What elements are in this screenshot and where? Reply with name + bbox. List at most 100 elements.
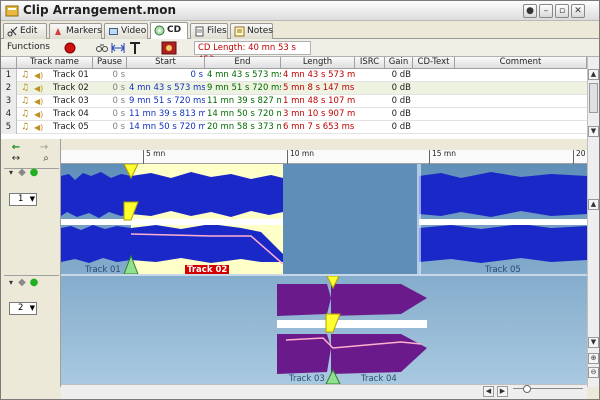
restore-button[interactable]: – bbox=[539, 4, 553, 18]
table-scrollbar[interactable]: ▲ ▼ bbox=[587, 57, 599, 139]
track-name-text: Track 04 bbox=[53, 109, 89, 119]
cell-end: 4 mn 43 s 573 ms bbox=[207, 70, 281, 80]
cell-gain: 0 dB bbox=[391, 109, 411, 119]
cd-length-display: CD Length: 40 mn 53 s 453 ms bbox=[194, 41, 311, 65]
speaker-icon[interactable]: ◀) bbox=[34, 95, 43, 108]
close-button[interactable]: ✕ bbox=[571, 4, 585, 18]
scroll-right-arrow-icon[interactable]: ▶ bbox=[497, 386, 508, 397]
title-bar: Clip Arrangement.mon ● – ▫ ✕ bbox=[1, 1, 599, 21]
timeline-scrollbar[interactable]: ▲ ▼ ⊕ ⊖ bbox=[587, 139, 599, 387]
cell-num: 3 bbox=[1, 95, 17, 108]
minimize-button[interactable]: ● bbox=[523, 4, 537, 18]
music-note-icon[interactable]: ♫ bbox=[21, 121, 29, 134]
speaker-icon[interactable]: ◀) bbox=[34, 121, 43, 134]
lane-2-active-led-icon[interactable]: ● bbox=[27, 276, 41, 290]
track-05-clip[interactable] bbox=[417, 164, 587, 274]
time-ruler[interactable]: 5 mn 10 mn 15 mn 20 bbox=[61, 150, 587, 164]
timeline-horizontal-scrollbar[interactable]: ◀ ▶ bbox=[61, 384, 587, 399]
cell-length: 1 mn 48 s 107 ms bbox=[283, 96, 355, 106]
speaker-icon[interactable]: ◀) bbox=[34, 108, 43, 121]
link-icon[interactable] bbox=[95, 41, 109, 55]
timeline-scroll-down-icon[interactable]: ▼ bbox=[588, 337, 599, 348]
speaker-icon[interactable]: ◀) bbox=[34, 69, 43, 82]
speaker-icon[interactable]: ◀) bbox=[34, 82, 43, 95]
cell-length: 5 mn 8 s 147 ms bbox=[283, 83, 355, 93]
scroll-left-arrow-icon[interactable]: ◀ bbox=[483, 386, 494, 397]
cell-pause: 0 s bbox=[112, 70, 125, 80]
timeline-scroll-up-icon[interactable]: ▲ bbox=[588, 199, 599, 210]
lane-1-waveforms[interactable] bbox=[61, 164, 587, 274]
timeline-lanes[interactable]: Track 01 Track 02 Track 05 Track 03 Trac… bbox=[61, 164, 587, 384]
table-row[interactable]: 5 ♫ ◀) Track 05 0 s 14 mn 50 s 720 ms 20 mn 58… bbox=[1, 121, 587, 134]
table-row[interactable]: 3 ♫ ◀) Track 03 0 s 9 mn 51 s 720 ms 11 mn 39 … bbox=[1, 95, 587, 108]
table-row[interactable]: 2 ♫ ◀) Track 02 0 s 4 mn 43 s 573 ms 9 mn 51 s… bbox=[1, 82, 587, 95]
column-header-length[interactable]: Length bbox=[281, 57, 355, 69]
table-row[interactable]: 1 ♫ ◀) Track 01 0 s 0 s 4 mn 43 s 573 ms 4 mn 4… bbox=[1, 69, 587, 82]
column-header-isrc[interactable]: ISRC bbox=[355, 57, 385, 69]
tab-markers[interactable]: Markers bbox=[49, 23, 102, 39]
music-note-icon[interactable]: ♫ bbox=[21, 95, 29, 108]
lane-2-waveforms[interactable] bbox=[61, 276, 587, 384]
fit-width-icon[interactable] bbox=[111, 41, 125, 55]
column-header-comment[interactable]: Comment bbox=[455, 57, 587, 69]
main-window: Clip Arrangement.mon ● – ▫ ✕ Edit Marker… bbox=[0, 0, 600, 400]
tab-video[interactable]: Video bbox=[104, 23, 148, 39]
table-row[interactable]: 4 ♫ ◀) Track 04 0 s 11 mn 39 s 813 ms 14 mn 50… bbox=[1, 108, 587, 121]
scroll-down-arrow-icon[interactable]: ▼ bbox=[588, 126, 599, 137]
cell-start: 11 mn 39 s 813 ms bbox=[129, 109, 205, 119]
record-icon[interactable] bbox=[63, 41, 77, 55]
scroll-thumb[interactable] bbox=[589, 83, 598, 113]
close-icon: ✕ bbox=[574, 6, 582, 16]
tab-cd[interactable]: CD bbox=[150, 22, 188, 40]
cell-num: 2 bbox=[1, 82, 17, 95]
music-note-icon[interactable]: ♫ bbox=[21, 108, 29, 121]
cell-comment bbox=[455, 95, 587, 108]
music-note-icon[interactable]: ♫ bbox=[21, 69, 29, 82]
zoom-slider-handle[interactable] bbox=[523, 385, 531, 393]
scroll-up-arrow-icon[interactable]: ▲ bbox=[588, 69, 599, 80]
cell-cdtext bbox=[413, 108, 455, 121]
zoom-in-icon[interactable]: ⊕ bbox=[588, 353, 599, 364]
cell-name: ♫ ◀) Track 03 bbox=[17, 95, 93, 108]
column-header-cd-text[interactable]: CD-Text bbox=[413, 57, 455, 69]
tab-notes[interactable]: Notes bbox=[230, 23, 273, 39]
text-icon[interactable] bbox=[128, 41, 142, 55]
cell-end: 14 mn 50 s 720 ms bbox=[207, 109, 281, 119]
zoom-slider[interactable] bbox=[513, 385, 583, 396]
tab-files[interactable]: Files bbox=[190, 23, 228, 39]
cd-book-icon[interactable] bbox=[161, 41, 177, 55]
cell-pause: 0 s bbox=[112, 122, 125, 132]
track-name-text: Track 02 bbox=[53, 83, 89, 93]
cell-length: 4 mn 43 s 573 ms bbox=[283, 70, 355, 80]
music-note-icon[interactable]: ♫ bbox=[21, 82, 29, 95]
lane-1-active-led-icon[interactable]: ● bbox=[27, 166, 41, 180]
cell-pause: 0 s bbox=[112, 83, 125, 93]
cd-icon bbox=[154, 25, 165, 36]
cell-name: ♫ ◀) Track 02 bbox=[17, 82, 93, 95]
cell-comment bbox=[455, 121, 587, 134]
magnifier-icon[interactable]: ⌕ bbox=[39, 152, 53, 166]
column-header-track-name[interactable]: Track name bbox=[17, 57, 93, 69]
notes-icon bbox=[234, 26, 245, 37]
maximize-button[interactable]: ▫ bbox=[555, 4, 569, 18]
cell-pause: 0 s bbox=[112, 96, 125, 106]
cell-comment bbox=[455, 82, 587, 95]
lane-tools-panel: ← → ↔ ⌕ ▾ ◆ ● 1 ▼ ▾ ◆ ● 2 ▼ bbox=[1, 139, 61, 387]
zoom-out-icon[interactable]: ⊖ bbox=[588, 367, 599, 378]
cell-isrc bbox=[355, 95, 385, 108]
horizontal-zoom-icon[interactable]: ↔ bbox=[9, 152, 23, 166]
lane-1-number-select[interactable]: 1 ▼ bbox=[9, 193, 37, 206]
lane-2-number-select[interactable]: 2 ▼ bbox=[9, 302, 37, 315]
tab-edit[interactable]: Edit bbox=[3, 23, 47, 39]
lane-2-label-track-03: Track 03 bbox=[289, 374, 325, 384]
cell-name: ♫ ◀) Track 01 bbox=[17, 69, 93, 82]
column-header-end[interactable]: End bbox=[205, 57, 281, 69]
column-header-gain[interactable]: Gain bbox=[385, 57, 413, 69]
track-03-clip[interactable] bbox=[277, 284, 331, 374]
cell-end: 20 mn 58 s 373 ms bbox=[207, 122, 281, 132]
column-header-pause[interactable]: Pause bbox=[93, 57, 127, 69]
column-header-start[interactable]: Start bbox=[127, 57, 205, 69]
cell-num: 1 bbox=[1, 69, 17, 82]
cell-isrc bbox=[355, 108, 385, 121]
functions-label: Functions bbox=[7, 42, 50, 52]
